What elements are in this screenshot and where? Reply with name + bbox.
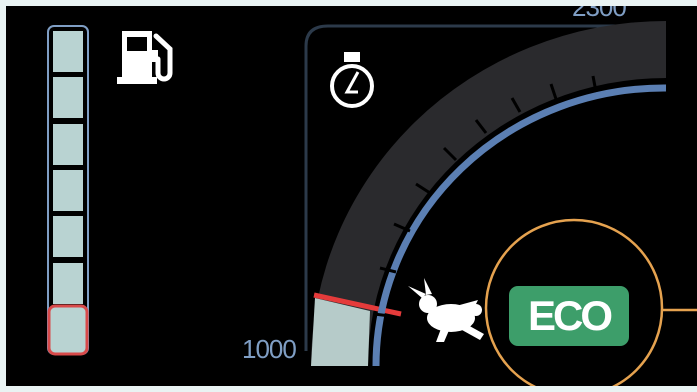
- fuel-segment: [53, 170, 83, 211]
- engine-oil-icon: [330, 52, 374, 108]
- fuel-segment: [53, 216, 83, 257]
- instrument-display: 2300 1000 ECO: [6, 6, 697, 386]
- rpm-max-label: 2300: [572, 6, 627, 22]
- fuel-segment: [53, 77, 83, 118]
- rpm-min-label: 1000: [242, 334, 297, 364]
- fuel-segment: [53, 31, 83, 72]
- fuel-segment: [53, 124, 83, 165]
- fuel-segment-low: [47, 304, 89, 356]
- fuel-pump-icon: [117, 31, 173, 84]
- fuel-level-bar: [47, 25, 89, 356]
- eco-mode-badge: ECO: [509, 286, 629, 346]
- rabbit-icon: [408, 278, 484, 342]
- fuel-segment: [53, 263, 83, 304]
